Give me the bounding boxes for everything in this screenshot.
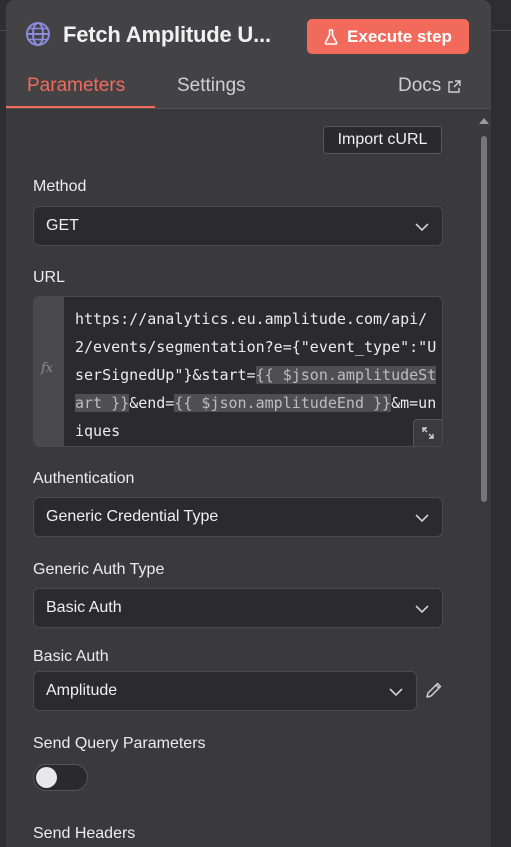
url-expression-input[interactable]: fx https://analytics.eu.amplitude.com/ap… [33, 296, 443, 447]
chevron-down-icon [389, 688, 403, 697]
authentication-value: Generic Credential Type [46, 508, 219, 525]
chevron-down-icon [415, 223, 429, 232]
globe-icon [26, 22, 50, 46]
send-query-parameters-toggle[interactable] [33, 764, 88, 791]
execute-step-button[interactable]: Execute step [307, 19, 469, 54]
canvas-background-right [491, 0, 511, 847]
node-settings-panel: Fetch Amplitude U... Execute step Parame… [6, 0, 491, 847]
authentication-label: Authentication [33, 470, 135, 487]
chevron-down-icon [415, 605, 429, 614]
method-value: GET [46, 217, 79, 234]
flask-icon [324, 28, 338, 45]
method-select[interactable]: GET [33, 206, 443, 246]
url-label: URL [33, 269, 66, 286]
basic-auth-value: Amplitude [46, 682, 118, 699]
scroll-up-arrow-icon[interactable] [476, 115, 491, 127]
send-headers-label: Send Headers [33, 825, 136, 842]
panel-tabs: Parameters Settings Docs [6, 68, 491, 108]
basic-auth-credential-select[interactable]: Amplitude [33, 671, 417, 711]
authentication-select[interactable]: Generic Credential Type [33, 497, 443, 537]
import-curl-button[interactable]: Import cURL [323, 126, 442, 154]
expand-editor-button[interactable] [413, 419, 442, 446]
toggle-knob [36, 767, 57, 788]
external-link-icon [448, 79, 461, 93]
tab-docs[interactable]: Docs [398, 75, 461, 97]
send-query-parameters-label: Send Query Parameters [33, 735, 206, 752]
generic-auth-type-select[interactable]: Basic Auth [33, 588, 443, 628]
tab-settings[interactable]: Settings [177, 75, 246, 97]
scrollbar-thumb[interactable] [481, 136, 487, 502]
docs-label: Docs [398, 75, 442, 96]
url-expression-segment: {{ $json.amplitudeEnd }} [174, 394, 392, 412]
chevron-down-icon [415, 514, 429, 523]
basic-auth-label: Basic Auth [33, 648, 109, 665]
url-value[interactable]: https://analytics.eu.amplitude.com/api/2… [75, 305, 439, 445]
panel-header: Fetch Amplitude U... Execute step [6, 0, 491, 68]
expression-gutter: fx [34, 297, 64, 446]
tab-parameters[interactable]: Parameters [27, 75, 125, 97]
method-label: Method [33, 178, 87, 195]
node-title[interactable]: Fetch Amplitude U... [63, 22, 271, 48]
generic-auth-type-label: Generic Auth Type [33, 561, 165, 578]
fx-icon: fx [41, 361, 54, 376]
generic-auth-type-value: Basic Auth [46, 599, 122, 616]
expand-icon [422, 427, 434, 439]
parameters-content: Import cURL Method GET URL fx https://an… [6, 108, 491, 847]
url-text-segment: &end= [129, 394, 175, 412]
edit-credential-pencil-icon[interactable] [424, 680, 444, 700]
execute-step-label: Execute step [347, 26, 452, 46]
